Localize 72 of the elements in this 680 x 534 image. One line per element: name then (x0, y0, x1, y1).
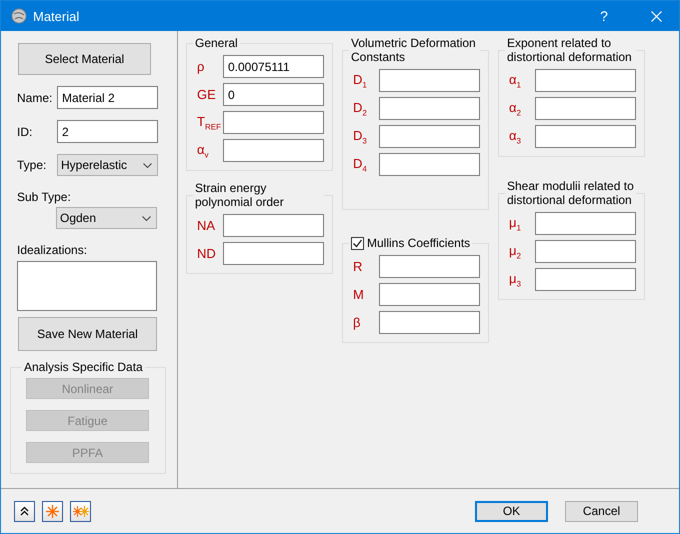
input-field[interactable] (223, 214, 324, 237)
input-field[interactable] (223, 111, 324, 134)
type-label: Type: (16, 158, 48, 172)
double-starburst-icon (72, 506, 88, 516)
field-label: GE (197, 87, 217, 102)
group-title: Analysis Specific Data (23, 360, 144, 374)
collapse-button[interactable] (14, 500, 35, 522)
field-label: M (353, 287, 365, 302)
double-chevron-up-icon (20, 506, 29, 516)
app-icon (11, 8, 27, 24)
input-field[interactable] (535, 212, 636, 235)
window-title: Material (33, 8, 80, 24)
field-label: α$_{v}$ (197, 142, 210, 160)
input-field[interactable]: 0 (223, 83, 324, 106)
field-label: μ$_{1}$ (509, 214, 522, 232)
chevron-down-icon (142, 216, 151, 220)
chevron-down-icon (143, 162, 152, 168)
input-field[interactable] (379, 125, 480, 148)
id-field[interactable]: 2 (57, 120, 158, 143)
input-field[interactable] (379, 311, 480, 334)
id-label: ID: (16, 124, 34, 138)
field-label: μ$_{3}$ (509, 270, 522, 288)
idealizations-list[interactable] (17, 261, 157, 311)
dialog-button[interactable]: Cancel (565, 500, 638, 522)
field-label: D$_{3}$ (353, 128, 368, 146)
field-label: α$_{1}$ (509, 72, 522, 90)
input-field[interactable] (379, 153, 480, 176)
field-label: α$_{3}$ (509, 128, 522, 146)
type-dropdown[interactable]: Hyperelastic (57, 154, 158, 176)
input-field[interactable] (535, 125, 636, 148)
group-title: Mullins Coefficients (367, 236, 470, 250)
sub-type-label: Sub Type: (16, 190, 72, 204)
save-material-button[interactable]: Save New Material (18, 317, 157, 351)
input-field[interactable] (379, 97, 480, 120)
starburst-icon (46, 504, 59, 518)
field-label: D$_{2}$ (353, 100, 368, 118)
name-field[interactable]: Material 2 (57, 86, 158, 109)
field-label: α$_{2}$ (509, 100, 522, 118)
input-field[interactable] (379, 69, 480, 92)
group-title: Exponent related to distortional deformation (506, 36, 633, 64)
double-burst-button[interactable] (70, 500, 91, 522)
group-title: Strain energy polynomial order (194, 181, 285, 209)
field-label: D$_{1}$ (353, 72, 368, 90)
group-title: Volumetric Deformation Constants (350, 36, 477, 64)
group-title: General (194, 36, 239, 50)
group-title: Shear modulii related to distortional deformation (506, 179, 635, 207)
field-label: μ$_{2}$ (509, 242, 522, 260)
field-label: ρ (197, 59, 206, 74)
field-label: β (353, 315, 362, 330)
input-field[interactable] (535, 268, 636, 291)
input-field[interactable] (223, 139, 324, 162)
field-label: D$_{4}$ (353, 156, 368, 174)
input-field[interactable]: 0.00075111 (223, 55, 324, 78)
field-label: T$_{REF}$ (197, 114, 222, 132)
close-icon[interactable] (650, 10, 662, 22)
input-field[interactable] (223, 242, 324, 265)
input-field[interactable] (379, 255, 480, 278)
input-field[interactable] (379, 283, 480, 306)
input-field[interactable] (535, 240, 636, 263)
select-material-button[interactable]: Select Material (18, 43, 151, 75)
sub-type-dropdown[interactable]: Ogden (56, 207, 157, 229)
idealizations-label: Idealizations: (16, 243, 88, 257)
field-label: ND (197, 246, 217, 261)
checkbox[interactable] (351, 236, 364, 250)
input-field[interactable] (535, 69, 636, 92)
field-label: NA (197, 218, 216, 233)
dialog-button[interactable]: OK (475, 500, 548, 522)
input-field[interactable] (535, 97, 636, 120)
help-button[interactable]: ? (581, 8, 627, 24)
burst-button[interactable] (42, 500, 63, 522)
field-label: R (353, 259, 364, 274)
name-label: Name: (16, 90, 54, 104)
